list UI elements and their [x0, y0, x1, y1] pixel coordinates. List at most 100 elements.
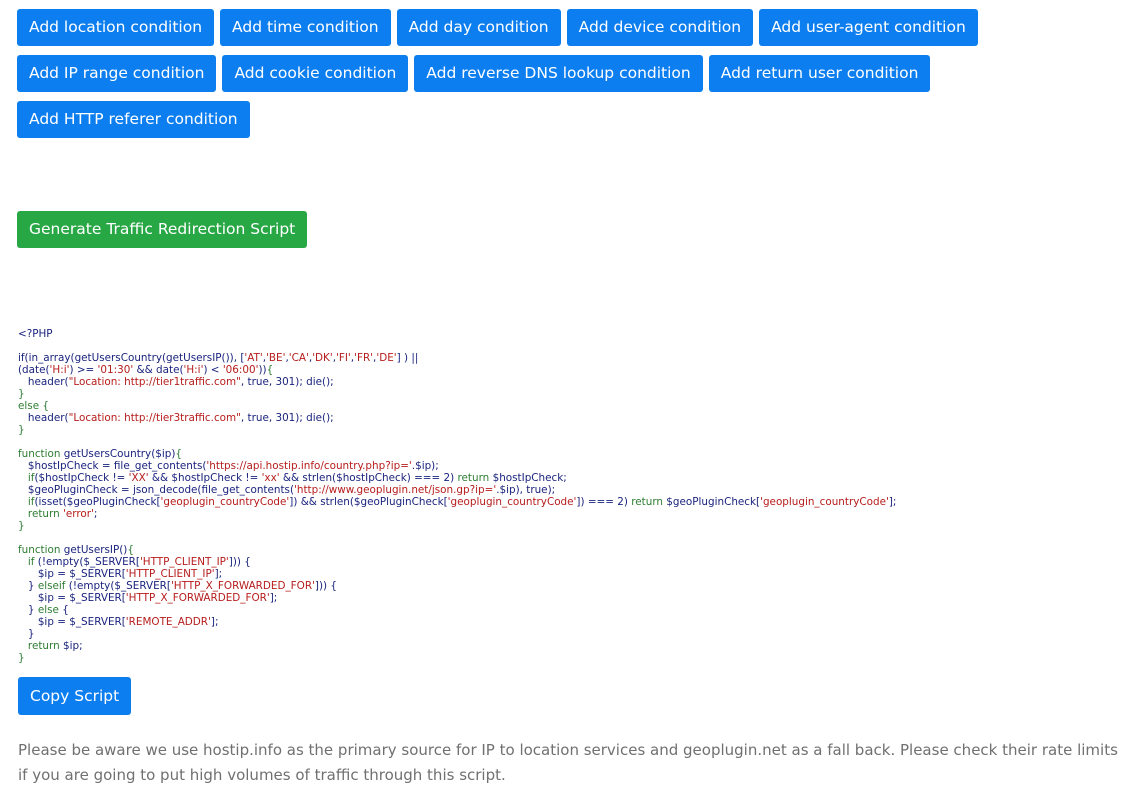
code-token: {	[127, 544, 134, 556]
code-token: return	[18, 508, 60, 520]
code-token: 'error'	[63, 508, 94, 520]
add-location-condition-button[interactable]: Add location condition	[17, 9, 215, 46]
add-ip-range-condition-button[interactable]: Add IP range condition	[17, 55, 217, 92]
code-token: getUsersCountry($ip)	[60, 448, 176, 460]
code-token: $ip = $_SERVER[	[18, 616, 126, 628]
code-line: $ip = $_SERVER['REMOTE_ADDR'];	[18, 616, 896, 628]
code-line: header("Location: http://tier1traffic.co…	[18, 376, 896, 388]
add-day-condition-button[interactable]: Add day condition	[396, 9, 561, 46]
add-http-referer-condition-button[interactable]: Add HTTP referer condition	[17, 101, 250, 138]
code-line: return 'error';	[18, 508, 896, 520]
code-token: '01:30'	[97, 364, 134, 376]
code-token: $ip = $_SERVER[	[18, 568, 126, 580]
code-token: ])) {	[228, 556, 251, 568]
copy-script-button[interactable]: Copy Script	[18, 677, 132, 715]
code-token: else	[37, 604, 59, 616]
code-token: $geoPluginCheck[	[663, 496, 761, 508]
code-token: ];	[214, 568, 223, 580]
code-token: 'https://api.hostip.info/country.php?ip=…	[206, 460, 412, 472]
code-token: $ip = $_SERVER[	[18, 592, 126, 604]
code-line: header("Location: http://tier3traffic.co…	[18, 412, 896, 424]
code-line: if (!empty($_SERVER['HTTP_CLIENT_IP'])) …	[18, 556, 896, 568]
code-token: }	[18, 604, 38, 616]
code-token: }	[18, 388, 25, 400]
code-token: if	[18, 496, 35, 508]
code-token: (isset($geoPluginCheck[	[34, 496, 161, 508]
code-token: 'FI'	[336, 352, 351, 364]
code-line: }	[18, 520, 896, 532]
add-user-agent-condition-button[interactable]: Add user-agent condition	[759, 9, 978, 46]
condition-button-row: Add HTTP referer condition	[17, 101, 250, 138]
code-token: 'geoplugin_countryCode'	[760, 496, 889, 508]
code-token: $ip;	[59, 640, 83, 652]
code-token: $hostIpCheck = file_get_contents(	[18, 460, 207, 472]
add-cookie-condition-button[interactable]: Add cookie condition	[222, 55, 409, 92]
code-token: return	[631, 496, 663, 508]
code-token: ] ) ||	[396, 352, 419, 364]
code-token: ($hostIpCheck !=	[34, 472, 129, 484]
code-token: && $hostIpCheck !=	[148, 472, 262, 484]
code-token: return	[457, 472, 490, 484]
code-token: 'XX'	[128, 472, 149, 484]
code-token: ;	[93, 508, 98, 520]
code-line: }	[18, 424, 896, 436]
code-line: } elseif (!empty($_SERVER['HTTP_X_FORWAR…	[18, 580, 896, 592]
code-token: return	[18, 640, 60, 652]
code-token: if	[18, 556, 35, 568]
code-token: }	[18, 520, 25, 532]
code-token: ]) && strlen($geoPluginCheck[	[289, 496, 448, 508]
code-line: (date('H:i') >= '01:30' && date('H:i') <…	[18, 364, 896, 376]
code-token: && date(	[133, 364, 184, 376]
code-token: $hostIpCheck;	[489, 472, 567, 484]
php-script-code: <?PHP if(in_array(getUsersCountry(getUse…	[18, 328, 896, 664]
code-token: 'DE'	[376, 352, 397, 364]
add-time-condition-button[interactable]: Add time condition	[220, 9, 391, 46]
code-token: (!empty($_SERVER[	[34, 556, 140, 568]
code-token: ))	[258, 364, 267, 376]
add-reverse-dns-lookup-condition-button[interactable]: Add reverse DNS lookup condition	[414, 55, 703, 92]
code-token: "Location: http://tier3traffic.com"	[68, 412, 241, 424]
code-line: function getUsersCountry($ip){	[18, 448, 896, 460]
code-line: $hostIpCheck = file_get_contents('https:…	[18, 460, 896, 472]
code-token: $geoPluginCheck = json_decode(file_get_c…	[18, 484, 295, 496]
code-token: ]) === 2)	[576, 496, 632, 508]
code-line: <?PHP	[18, 328, 896, 340]
code-token: else {	[18, 400, 49, 412]
code-line: function getUsersIP(){	[18, 544, 896, 556]
code-token: }	[18, 580, 38, 592]
code-token: 'DK'	[312, 352, 333, 364]
code-token: , true, 301); die();	[240, 376, 334, 388]
code-token: 'http://www.geoplugin.net/json.gp?ip='	[294, 484, 497, 496]
code-token: {	[266, 364, 274, 376]
code-token: {	[58, 604, 69, 616]
code-line: if(isset($geoPluginCheck['geoplugin_coun…	[18, 496, 896, 508]
code-token: .$ip);	[411, 460, 439, 472]
code-line: } else {	[18, 604, 896, 616]
code-token: 'H:i'	[49, 364, 70, 376]
code-token: function	[18, 544, 61, 556]
code-token: (!empty($_SERVER[	[65, 580, 171, 592]
code-token: elseif	[37, 580, 66, 592]
code-token: header(	[18, 412, 69, 424]
code-token: 'xx'	[261, 472, 280, 484]
code-token: <?PHP	[18, 328, 53, 340]
add-device-condition-button[interactable]: Add device condition	[566, 9, 754, 46]
code-token: }	[18, 628, 35, 640]
code-token: 'geoplugin_countryCode'	[160, 496, 290, 508]
code-token: 'HTTP_X_FORWARDED_FOR'	[125, 592, 270, 604]
code-line: if($hostIpCheck != 'XX' && $hostIpCheck …	[18, 472, 896, 484]
code-token: 'REMOTE_ADDR'	[125, 616, 211, 628]
code-token: getUsersIP()	[60, 544, 128, 556]
code-token: 'HTTP_X_FORWARDED_FOR'	[170, 580, 315, 592]
code-token: }	[18, 652, 25, 664]
generate-script-button[interactable]: Generate Traffic Redirection Script	[17, 211, 308, 248]
code-token: function	[18, 448, 61, 460]
code-token: ];	[269, 592, 278, 604]
code-token: 'H:i'	[183, 364, 204, 376]
code-token: ])) {	[314, 580, 337, 592]
code-line: }	[18, 628, 896, 640]
code-token: 'BE'	[266, 352, 286, 364]
code-token: if(in_array(getUsersCountry(getUsersIP()…	[18, 352, 245, 364]
add-return-user-condition-button[interactable]: Add return user condition	[708, 55, 931, 92]
